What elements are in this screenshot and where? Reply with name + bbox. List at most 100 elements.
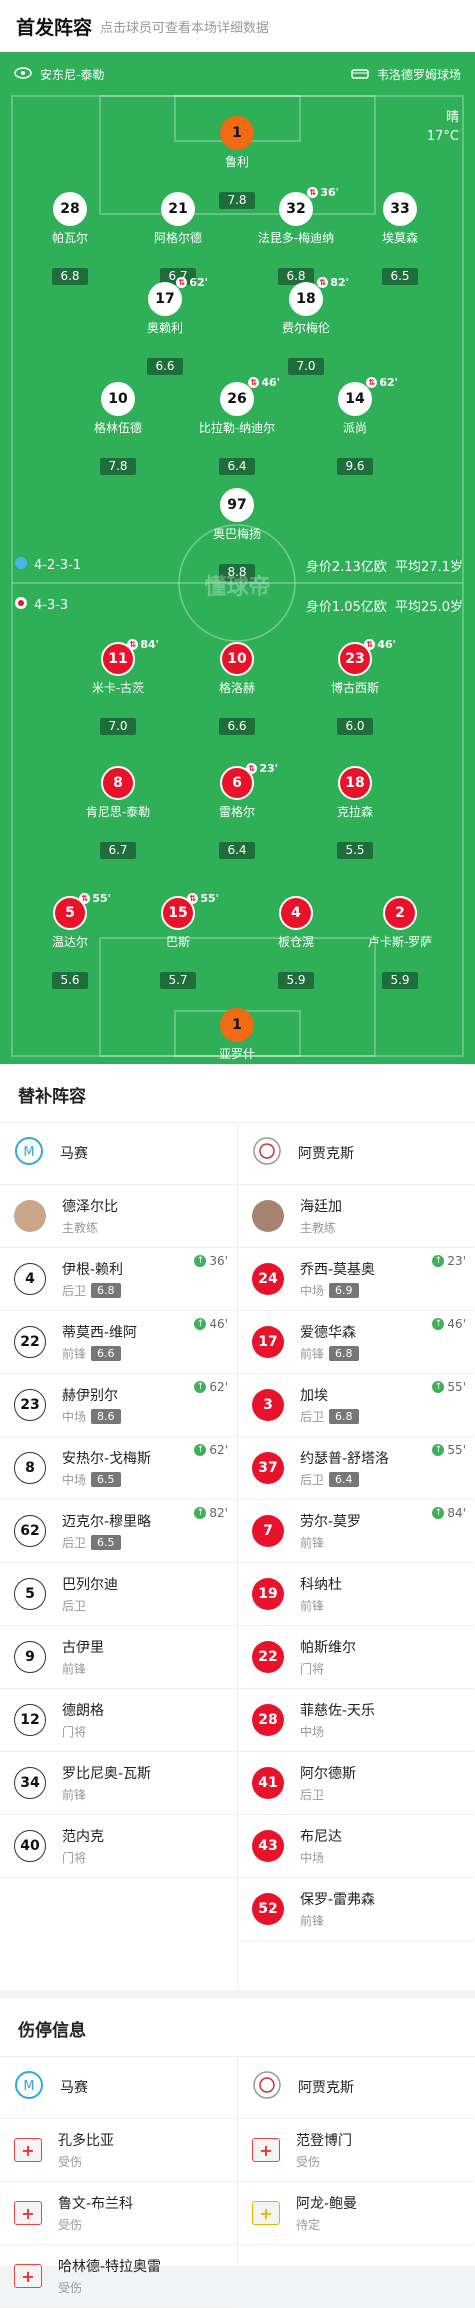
player-rating: 7.8 [219, 192, 255, 209]
sub-in-minute: ↑ 46' [432, 1317, 466, 1331]
home-player[interactable]: 97 奥巴梅扬 8.8 [192, 488, 282, 581]
injured-player-name: 鲁文-布兰科 [58, 2196, 134, 2212]
weather-temp: 17°C [426, 129, 459, 144]
home-coach-row[interactable]: 德泽尔比 主教练 [0, 1185, 236, 1248]
lineup-subtitle: 点击球员可查看本场详细数据 [100, 20, 270, 36]
sub-in-minute: ↑ 84' [432, 1506, 466, 1520]
sub-player-row[interactable]: 40 范内克 门将 [0, 1815, 236, 1878]
sub-player-row[interactable]: 43 布尼达 中场 [238, 1815, 474, 1878]
jersey-number-text: 10 [108, 391, 128, 407]
home-player[interactable]: 26 ⇅ 46' 比拉勒-纳迪尔 6.4 [192, 376, 282, 475]
sub-player-position: 中场 [300, 1284, 325, 1298]
player-rating: 6.4 [219, 458, 255, 475]
jersey-number: 32 ⇅ 36' [279, 186, 339, 226]
injury-row[interactable]: + 鲁文-布兰科 受伤 [0, 2182, 236, 2245]
avatar [252, 1200, 284, 1232]
sub-in-minute: ↑ 36' [194, 1254, 228, 1268]
away-player[interactable]: 11 ⇅ 84' 米卡-古茨 7.0 [73, 638, 163, 735]
player-name: 奥赖利 [146, 321, 183, 335]
sub-in-minute-text: 62' [209, 1443, 228, 1457]
sub-in-minute-text: 62' [209, 1380, 228, 1394]
away-player[interactable]: 2 卢卡斯-罗萨 5.9 [355, 896, 445, 989]
sub-player-row[interactable]: 17 爱德华森 前锋 6.8 ↑ 46' [238, 1311, 474, 1374]
away-coach-row[interactable]: 海廷加 主教练 [238, 1185, 474, 1248]
home-player[interactable]: 28 帕瓦尔 6.8 [25, 192, 115, 285]
jersey-number: 8 [101, 766, 135, 800]
sub-player-row[interactable]: 3 加埃 后卫 6.8 ↑ 55' [238, 1374, 474, 1437]
player-rating: 5.7 [160, 972, 196, 989]
sub-player-row[interactable]: 24 乔西-莫基奥 中场 6.9 ↑ 23' [238, 1248, 474, 1311]
sub-in-minute: ↑ 62' [194, 1380, 228, 1394]
substitution-minute: 46' [377, 638, 396, 651]
away-player[interactable]: 18 克拉森 5.5 [310, 766, 400, 859]
away-player[interactable]: 6 ⇅ 23' 雷格尔 6.4 [192, 762, 282, 859]
jersey-number: 24 [252, 1263, 284, 1295]
sub-player-row[interactable]: 34 罗比尼奥-瓦斯 前锋 [0, 1752, 236, 1815]
sub-player-position: 前锋 [300, 1536, 325, 1550]
injury-row[interactable]: + 阿龙-鲍曼 待定 [238, 2182, 474, 2245]
jersey-number: 18 [338, 766, 372, 800]
sub-player-row[interactable]: 52 保罗-雷弗森 前锋 [238, 1878, 474, 1941]
referee-name: 安东尼-泰勒 [40, 67, 105, 82]
sub-player-row[interactable]: 8 安热尔-戈梅斯 中场 6.5 ↑ 62' [0, 1437, 236, 1500]
home-player[interactable]: 14 ⇅ 62' 派尚 9.6 [310, 376, 400, 475]
player-rating: 5.9 [382, 972, 418, 989]
sub-player-row[interactable]: 5 巴列尔迪 后卫 [0, 1563, 236, 1626]
player-rating: 6.5 [382, 268, 418, 285]
sub-player-name: 加埃 [300, 1388, 328, 1404]
home-player[interactable]: 18 ⇅ 82' 费尔梅伦 7.0 [261, 276, 351, 375]
away-player[interactable]: 8 肯尼思-泰勒 6.7 [73, 766, 163, 859]
sub-in-minute-text: 84' [447, 1506, 466, 1520]
sub-player-row[interactable]: 41 阿尔德斯 后卫 [238, 1752, 474, 1815]
sub-player-name: 巴列尔迪 [62, 1577, 118, 1593]
sub-player-row[interactable]: 23 赫伊别尔 中场 8.6 ↑ 62' [0, 1374, 236, 1437]
injury-status: 受伤 [58, 2155, 83, 2169]
home-injury-team-name: 马赛 [60, 2080, 88, 2096]
away-player[interactable]: 1亚罗什4.8 [192, 1008, 282, 1064]
player-rating: 7.0 [288, 358, 324, 375]
medical-kit-icon: + [252, 2201, 280, 2225]
home-player[interactable]: 32 ⇅ 36' 法昆多-梅迪纳 6.8 [251, 186, 341, 285]
sub-player-row[interactable]: 62 迈克尔-穆里略 后卫 6.5 ↑ 82' [0, 1500, 236, 1563]
sub-player-row[interactable]: 7 劳尔-莫罗 前锋 ↑ 84' [238, 1500, 474, 1563]
jersey-number: 23 [14, 1389, 46, 1421]
subs-title: 替补阵容 [18, 1087, 86, 1107]
sub-player-row[interactable]: 28 菲慈佐-天乐 中场 [238, 1689, 474, 1752]
sub-player-row[interactable]: 22 帕斯维尔 门将 [238, 1626, 474, 1689]
substitution-minute: 36' [320, 186, 339, 199]
home-player[interactable]: 17 ⇅ 62' 奥赖利 6.6 [120, 276, 210, 375]
home-player[interactable]: 21 阿格尔德 6.7 [133, 192, 223, 285]
injury-row[interactable]: + 范登博门 受伤 [238, 2119, 474, 2182]
sub-player-row[interactable]: 9 古伊里 前锋 [0, 1626, 236, 1689]
jersey-number-text: 1 [232, 125, 242, 141]
substitution-badge: ⇅ 55' [187, 892, 219, 905]
jersey-number: 37 [252, 1452, 284, 1484]
sub-in-minute-text: 23' [447, 1254, 466, 1268]
jersey-number-text: 97 [227, 497, 247, 513]
marseille-crest-icon: M [14, 2070, 44, 2104]
lineup-title: 首发阵容 [16, 16, 93, 39]
sub-in-minute: ↑ 55' [432, 1443, 466, 1457]
sub-player-score: 6.5 [91, 1535, 121, 1550]
away-player[interactable]: 4 板仓滉 5.9 [251, 896, 341, 989]
sub-player-name: 伊根-赖利 [62, 1262, 124, 1278]
away-player[interactable]: 10 格洛赫 6.6 [192, 642, 282, 735]
sub-player-row[interactable]: 12 德朗格 门将 [0, 1689, 236, 1752]
injury-row[interactable]: + 哈林德-特拉奥雷 受伤 [0, 2245, 236, 2308]
injury-row[interactable]: + 孔多比亚 受伤 [0, 2119, 236, 2182]
sub-player-position: 后卫 [62, 1284, 87, 1298]
away-player[interactable]: 5 ⇅ 55' 温达尔 5.6 [25, 892, 115, 989]
substitution-badge: ⇅ 55' [79, 892, 111, 905]
away-player[interactable]: 23 ⇅ 46' 博古西斯 6.0 [310, 638, 400, 735]
jersey-number-text: 11 [108, 651, 128, 667]
home-player[interactable]: 33 埃莫森 6.5 [355, 192, 445, 285]
sub-player-row[interactable]: 4 伊根-赖利 后卫 6.8 ↑ 36' [0, 1248, 236, 1311]
sub-player-position: 中场 [300, 1725, 325, 1739]
sub-player-row[interactable]: 19 科纳杜 前锋 [238, 1563, 474, 1626]
away-player[interactable]: 15 ⇅ 55' 巴斯 5.7 [133, 892, 223, 989]
sub-player-row[interactable]: 37 约瑟普-舒塔洛 后卫 6.4 ↑ 55' [238, 1437, 474, 1500]
injuries-section: 伤停信息 M 马赛 + 孔多比亚 受伤 + 鲁文-布兰科 受伤 + 哈林德-特拉奥雷 受伤 阿贾… [0, 1998, 475, 2308]
away-subs: 阿贾克斯 海廷加 主教练 24 乔西-莫基奥 中场 6.9 ↑ 23' 17 爱德华森 前锋 6.… [238, 1122, 474, 1941]
home-player[interactable]: 10 格林伍德 7.8 [73, 382, 163, 475]
sub-player-row[interactable]: 22 蒂莫西-维阿 前锋 6.6 ↑ 46' [0, 1311, 236, 1374]
